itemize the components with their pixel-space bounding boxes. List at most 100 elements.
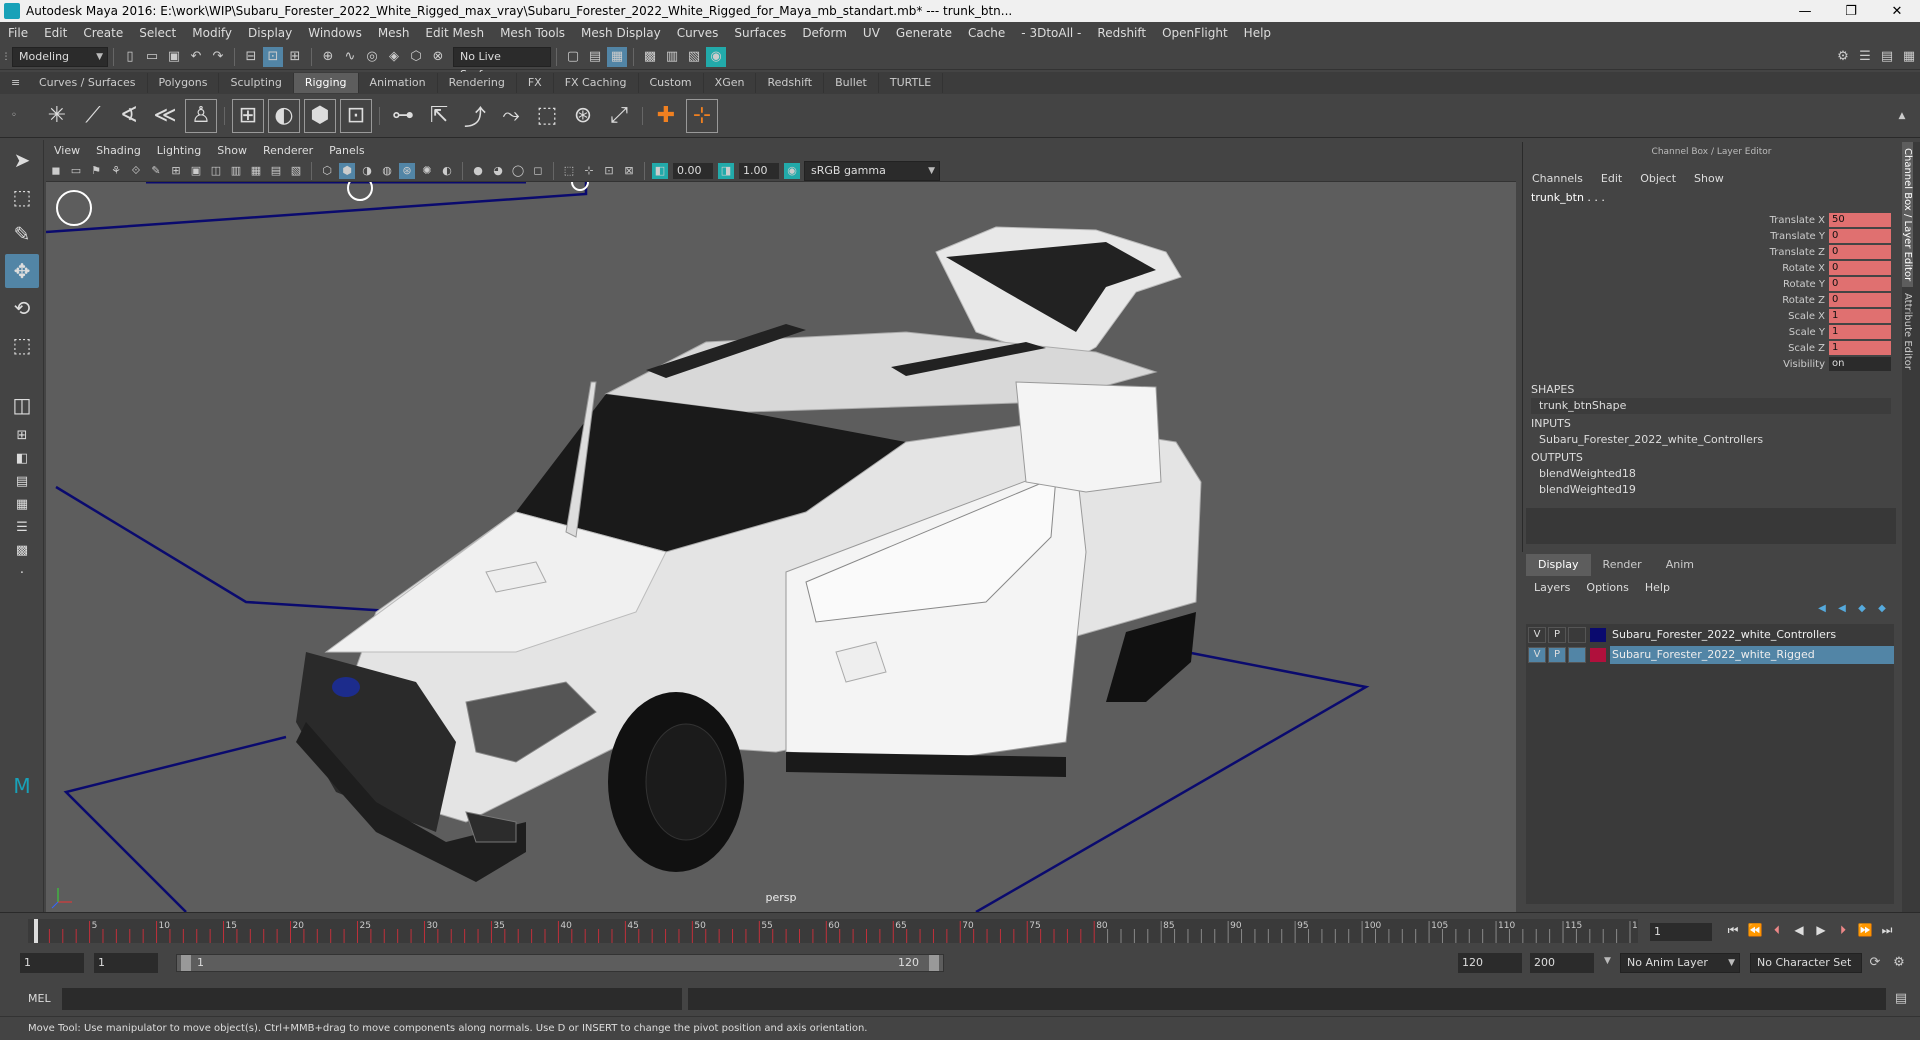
auto-key-icon[interactable]: ⟳ — [1865, 952, 1885, 972]
step-forward-frame-icon[interactable]: ⏵ — [1832, 919, 1854, 941]
layer-row-rigged[interactable]: V P Subaru_Forester_2022_white_Rigged — [1526, 646, 1894, 664]
isolate-select-icon[interactable]: ◻ — [530, 163, 546, 179]
lattice-icon[interactable]: ⬢ — [304, 98, 336, 133]
tab-xgen[interactable]: XGen — [704, 73, 757, 93]
image-plane-icon[interactable]: ⚘ — [108, 163, 124, 179]
scene-canvas[interactable] — [46, 182, 1516, 912]
viewport-menu-renderer[interactable]: Renderer — [255, 142, 321, 160]
two-pane-layout-icon[interactable]: ◧ — [5, 448, 39, 468]
menu-file[interactable]: File — [0, 22, 36, 44]
anti-aliasing-icon[interactable]: ◕ — [490, 163, 506, 179]
parent-constraint-icon[interactable]: ⊛ — [567, 99, 599, 133]
bookmark-icon[interactable]: ⚑ — [88, 163, 104, 179]
new-layer-selected-icon[interactable]: ◆ — [1873, 600, 1891, 616]
render-view-icon[interactable]: ▦ — [607, 46, 627, 67]
layer-row-controllers[interactable]: V P Subaru_Forester_2022_white_Controlle… — [1526, 626, 1894, 644]
time-slider-track[interactable]: 5 10 15 20 25 30 35 40 45 50 55 60 65 70 75 80 85 90 95 100… — [28, 919, 1649, 943]
smooth-shade-icon[interactable]: ⬢ — [339, 162, 355, 179]
menu-mesh[interactable]: Mesh — [370, 22, 418, 44]
menu-mesh-tools[interactable]: Mesh Tools — [492, 22, 573, 44]
select-tool-icon[interactable]: ➤ — [5, 143, 39, 177]
layer-type-toggle[interactable] — [1568, 647, 1586, 663]
select-component-icon[interactable]: ⊞ — [285, 47, 305, 67]
channel-box-toggle-icon[interactable]: ▦ — [1899, 47, 1919, 67]
input-node[interactable]: Subaru_Forester_2022_white_Controllers — [1531, 432, 1891, 448]
save-scene-icon[interactable]: ▣ — [164, 47, 184, 67]
tab-bullet[interactable]: Bullet — [824, 73, 879, 93]
side-tab-attribute-editor[interactable]: Attribute Editor — [1902, 287, 1913, 376]
cb-menu-edit[interactable]: Edit — [1592, 172, 1631, 185]
snap-grid-icon[interactable]: ⊕ — [318, 47, 338, 67]
current-frame-field[interactable]: 1 — [1650, 923, 1712, 941]
tab-fx[interactable]: FX — [517, 73, 554, 93]
menu-openflight[interactable]: OpenFlight — [1154, 22, 1236, 44]
textured-icon[interactable]: ◍ — [379, 163, 395, 179]
menu-redshift[interactable]: Redshift — [1089, 22, 1154, 44]
gamma-icon[interactable]: ◨ — [718, 162, 734, 179]
tool-settings-toggle-icon[interactable]: ▤ — [1877, 47, 1897, 67]
viewport-menu-show[interactable]: Show — [209, 142, 255, 160]
layer-visibility-toggle[interactable]: V — [1528, 647, 1546, 663]
gamma-field[interactable]: 1.00 — [739, 162, 779, 179]
current-time-indicator[interactable] — [34, 919, 38, 943]
menu-modify[interactable]: Modify — [184, 22, 240, 44]
safe-action-icon[interactable]: ▤ — [268, 163, 284, 179]
step-forward-key-icon[interactable]: ⏩ — [1854, 919, 1876, 941]
tab-anim[interactable]: Anim — [1654, 554, 1706, 576]
field-chart-icon[interactable]: ▦ — [248, 163, 264, 179]
outliner-layout-icon[interactable]: ▤ — [5, 471, 39, 491]
layer-menu-help[interactable]: Help — [1637, 578, 1678, 598]
animation-end-field[interactable]: 200 — [1530, 953, 1594, 973]
select-object-icon[interactable]: ⊡ — [263, 46, 283, 67]
locator-icon[interactable]: ✚ — [650, 99, 682, 133]
paint-select-tool-icon[interactable]: ✎ — [5, 217, 39, 251]
tab-sculpting[interactable]: Sculpting — [219, 73, 294, 93]
perspective-viewport[interactable]: persp — [46, 182, 1516, 912]
attr-value-field[interactable]: 1 — [1829, 341, 1891, 355]
select-hierarchy-icon[interactable]: ⊟ — [241, 47, 261, 67]
layer-menu-layers[interactable]: Layers — [1526, 578, 1578, 598]
grip-handle-icon[interactable]: ⋮ — [1, 47, 11, 67]
rotate-tool-icon[interactable]: ⟲ — [5, 291, 39, 325]
attr-translate-y[interactable]: Translate Y0 — [1523, 228, 1900, 244]
side-tab-channel-box[interactable]: Channel Box / Layer Editor — [1902, 142, 1913, 288]
motion-blur-icon[interactable]: ● — [470, 163, 486, 179]
attr-value-field[interactable]: 0 — [1829, 245, 1891, 259]
joint-tool-icon[interactable]: ✳ — [41, 99, 73, 133]
attr-scale-z[interactable]: Scale Z1 — [1523, 340, 1900, 356]
render-frame-icon[interactable]: ▩ — [640, 47, 660, 67]
play-backwards-icon[interactable]: ◀ — [1788, 919, 1810, 941]
selected-object-name[interactable]: trunk_btn . . . — [1523, 188, 1900, 208]
menu-3dtoall[interactable]: - 3DtoAll - — [1013, 22, 1089, 44]
smooth-bind-icon[interactable]: ◐ — [268, 98, 300, 133]
command-input[interactable] — [62, 988, 682, 1010]
tab-polygons[interactable]: Polygons — [148, 73, 220, 93]
menu-generate[interactable]: Generate — [888, 22, 960, 44]
menu-mesh-display[interactable]: Mesh Display — [573, 22, 669, 44]
scale-tool-icon[interactable]: ⬚ — [5, 328, 39, 362]
layer-color-swatch[interactable] — [1590, 628, 1606, 642]
attr-scale-x[interactable]: Scale X1 — [1523, 308, 1900, 324]
camera-attributes-icon[interactable]: ▭ — [68, 163, 84, 179]
menu-surfaces[interactable]: Surfaces — [726, 22, 794, 44]
depth-of-field-icon[interactable]: ◯ — [510, 163, 526, 179]
attr-value-field[interactable]: 1 — [1829, 325, 1891, 339]
script-editor-icon[interactable]: ▤ — [1891, 988, 1911, 1008]
output-node[interactable]: blendWeighted19 — [1531, 482, 1891, 498]
modeling-toolkit-icon[interactable]: ⚙ — [1833, 47, 1853, 67]
tab-rigging[interactable]: Rigging — [293, 73, 359, 93]
grease-pencil-icon[interactable]: ✎ — [148, 163, 164, 179]
shadows-icon[interactable]: ✺ — [419, 163, 435, 179]
menu-create[interactable]: Create — [75, 22, 131, 44]
attr-visibility[interactable]: Visibility on — [1523, 356, 1900, 372]
snap-surface-icon[interactable]: ⬡ — [406, 47, 426, 67]
move-layer-down-icon[interactable]: ◀ — [1833, 600, 1851, 616]
xray-icon[interactable]: ⬚ — [561, 163, 577, 179]
tab-curves-surfaces[interactable]: Curves / Surfaces — [28, 73, 148, 93]
output-node[interactable]: blendWeighted18 — [1531, 466, 1891, 482]
wireframe-on-shaded-icon[interactable]: ◑ — [359, 163, 375, 179]
attribute-editor-toggle-icon[interactable]: ☰ — [1855, 47, 1875, 67]
cluster-icon[interactable]: ⊡ — [340, 98, 372, 133]
undo-icon[interactable]: ↶ — [186, 47, 206, 67]
input-output-icon[interactable]: ▢ — [563, 47, 583, 67]
